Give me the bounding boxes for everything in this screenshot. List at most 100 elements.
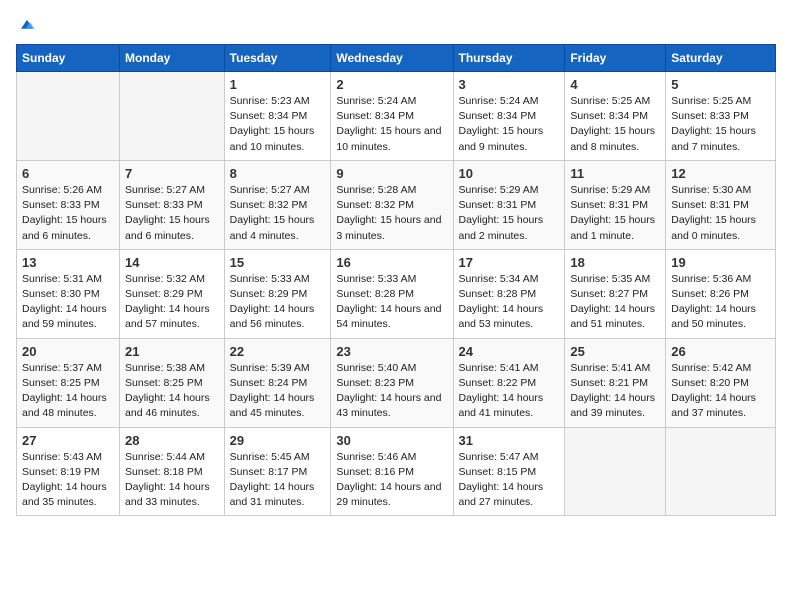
day-info: Sunrise: 5:28 AM Sunset: 8:32 PM Dayligh… (336, 183, 447, 244)
calendar-cell: 11 Sunrise: 5:29 AM Sunset: 8:31 PM Dayli… (565, 160, 666, 249)
calendar-cell: 14 Sunrise: 5:32 AM Sunset: 8:29 PM Dayli… (120, 249, 225, 338)
day-number: 6 (22, 166, 114, 181)
day-info: Sunrise: 5:39 AM Sunset: 8:24 PM Dayligh… (230, 361, 326, 422)
day-info: Sunrise: 5:37 AM Sunset: 8:25 PM Dayligh… (22, 361, 114, 422)
day-number: 30 (336, 433, 447, 448)
day-info: Sunrise: 5:26 AM Sunset: 8:33 PM Dayligh… (22, 183, 114, 244)
day-info: Sunrise: 5:23 AM Sunset: 8:34 PM Dayligh… (230, 94, 326, 155)
day-info: Sunrise: 5:47 AM Sunset: 8:15 PM Dayligh… (459, 450, 560, 511)
calendar-cell: 27 Sunrise: 5:43 AM Sunset: 8:19 PM Dayli… (17, 427, 120, 516)
week-row-3: 13 Sunrise: 5:31 AM Sunset: 8:30 PM Dayli… (17, 249, 776, 338)
calendar-cell: 2Sunrise: 5:24 AM Sunset: 8:34 PM Daylig… (331, 72, 453, 161)
week-row-4: 20 Sunrise: 5:37 AM Sunset: 8:25 PM Dayli… (17, 338, 776, 427)
day-number: 29 (230, 433, 326, 448)
logo-icon (18, 16, 36, 34)
day-number: 13 (22, 255, 114, 270)
calendar-cell: 16 Sunrise: 5:33 AM Sunset: 8:28 PM Dayli… (331, 249, 453, 338)
calendar-body: 1 Sunrise: 5:23 AM Sunset: 8:34 PM Daylig… (17, 72, 776, 516)
calendar-table: SundayMondayTuesdayWednesdayThursdayFrid… (16, 44, 776, 516)
day-info: Sunrise: 5:46 AM Sunset: 8:16 PM Dayligh… (336, 450, 447, 511)
calendar-cell: 28 Sunrise: 5:44 AM Sunset: 8:18 PM Dayli… (120, 427, 225, 516)
day-info: Sunrise: 5:40 AM Sunset: 8:23 PM Dayligh… (336, 361, 447, 422)
day-info: Sunrise: 5:44 AM Sunset: 8:18 PM Dayligh… (125, 450, 219, 511)
day-info: Sunrise: 5:38 AM Sunset: 8:25 PM Dayligh… (125, 361, 219, 422)
calendar-cell: 15 Sunrise: 5:33 AM Sunset: 8:29 PM Dayli… (224, 249, 331, 338)
day-info: Sunrise: 5:45 AM Sunset: 8:17 PM Dayligh… (230, 450, 326, 511)
calendar-cell: 8 Sunrise: 5:27 AM Sunset: 8:32 PM Daylig… (224, 160, 331, 249)
day-info: Sunrise: 5:29 AM Sunset: 8:31 PM Dayligh… (459, 183, 560, 244)
day-info: Sunrise: 5:42 AM Sunset: 8:20 PM Dayligh… (671, 361, 770, 422)
day-info: Sunrise: 5:25 AM Sunset: 8:33 PM Dayligh… (671, 94, 770, 155)
calendar-header: SundayMondayTuesdayWednesdayThursdayFrid… (17, 45, 776, 72)
calendar-cell: 7Sunrise: 5:27 AM Sunset: 8:33 PM Daylig… (120, 160, 225, 249)
calendar-cell (666, 427, 776, 516)
day-number: 1 (230, 77, 326, 92)
day-number: 20 (22, 344, 114, 359)
calendar-cell: 1 Sunrise: 5:23 AM Sunset: 8:34 PM Daylig… (224, 72, 331, 161)
day-number: 26 (671, 344, 770, 359)
day-number: 5 (671, 77, 770, 92)
calendar-cell: 9Sunrise: 5:28 AM Sunset: 8:32 PM Daylig… (331, 160, 453, 249)
day-number: 12 (671, 166, 770, 181)
day-info: Sunrise: 5:36 AM Sunset: 8:26 PM Dayligh… (671, 272, 770, 333)
calendar-cell (565, 427, 666, 516)
calendar-cell: 17 Sunrise: 5:34 AM Sunset: 8:28 PM Dayli… (453, 249, 565, 338)
day-info: Sunrise: 5:43 AM Sunset: 8:19 PM Dayligh… (22, 450, 114, 511)
day-number: 31 (459, 433, 560, 448)
calendar-cell: 13 Sunrise: 5:31 AM Sunset: 8:30 PM Dayli… (17, 249, 120, 338)
day-header-friday: Friday (565, 45, 666, 72)
calendar-cell (120, 72, 225, 161)
day-number: 17 (459, 255, 560, 270)
calendar-cell: 12 Sunrise: 5:30 AM Sunset: 8:31 PM Dayli… (666, 160, 776, 249)
day-number: 18 (570, 255, 660, 270)
calendar-cell: 5 Sunrise: 5:25 AM Sunset: 8:33 PM Daylig… (666, 72, 776, 161)
calendar-cell: 10 Sunrise: 5:29 AM Sunset: 8:31 PM Dayli… (453, 160, 565, 249)
day-number: 8 (230, 166, 326, 181)
day-number: 22 (230, 344, 326, 359)
day-info: Sunrise: 5:33 AM Sunset: 8:28 PM Dayligh… (336, 272, 447, 333)
day-number: 24 (459, 344, 560, 359)
day-info: Sunrise: 5:29 AM Sunset: 8:31 PM Dayligh… (570, 183, 660, 244)
day-header-tuesday: Tuesday (224, 45, 331, 72)
day-number: 19 (671, 255, 770, 270)
day-info: Sunrise: 5:41 AM Sunset: 8:21 PM Dayligh… (570, 361, 660, 422)
day-info: Sunrise: 5:31 AM Sunset: 8:30 PM Dayligh… (22, 272, 114, 333)
day-number: 25 (570, 344, 660, 359)
day-number: 14 (125, 255, 219, 270)
day-number: 11 (570, 166, 660, 181)
day-info: Sunrise: 5:41 AM Sunset: 8:22 PM Dayligh… (459, 361, 560, 422)
day-info: Sunrise: 5:33 AM Sunset: 8:29 PM Dayligh… (230, 272, 326, 333)
calendar-cell: 4 Sunrise: 5:25 AM Sunset: 8:34 PM Daylig… (565, 72, 666, 161)
day-header-thursday: Thursday (453, 45, 565, 72)
day-info: Sunrise: 5:24 AM Sunset: 8:34 PM Dayligh… (336, 94, 447, 155)
logo (16, 16, 36, 34)
day-number: 3 (459, 77, 560, 92)
day-info: Sunrise: 5:27 AM Sunset: 8:32 PM Dayligh… (230, 183, 326, 244)
day-number: 28 (125, 433, 219, 448)
calendar-cell: 26 Sunrise: 5:42 AM Sunset: 8:20 PM Dayli… (666, 338, 776, 427)
day-header-monday: Monday (120, 45, 225, 72)
day-info: Sunrise: 5:30 AM Sunset: 8:31 PM Dayligh… (671, 183, 770, 244)
calendar-cell: 3Sunrise: 5:24 AM Sunset: 8:34 PM Daylig… (453, 72, 565, 161)
calendar-cell: 25 Sunrise: 5:41 AM Sunset: 8:21 PM Dayli… (565, 338, 666, 427)
calendar-cell: 20 Sunrise: 5:37 AM Sunset: 8:25 PM Dayli… (17, 338, 120, 427)
calendar-cell: 31 Sunrise: 5:47 AM Sunset: 8:15 PM Dayli… (453, 427, 565, 516)
day-info: Sunrise: 5:32 AM Sunset: 8:29 PM Dayligh… (125, 272, 219, 333)
calendar-cell: 6 Sunrise: 5:26 AM Sunset: 8:33 PM Daylig… (17, 160, 120, 249)
page-header (16, 16, 776, 34)
day-number: 23 (336, 344, 447, 359)
day-number: 21 (125, 344, 219, 359)
header-row: SundayMondayTuesdayWednesdayThursdayFrid… (17, 45, 776, 72)
day-info: Sunrise: 5:25 AM Sunset: 8:34 PM Dayligh… (570, 94, 660, 155)
day-number: 10 (459, 166, 560, 181)
day-header-wednesday: Wednesday (331, 45, 453, 72)
day-number: 4 (570, 77, 660, 92)
day-number: 27 (22, 433, 114, 448)
day-number: 15 (230, 255, 326, 270)
day-info: Sunrise: 5:34 AM Sunset: 8:28 PM Dayligh… (459, 272, 560, 333)
calendar-cell (17, 72, 120, 161)
week-row-5: 27 Sunrise: 5:43 AM Sunset: 8:19 PM Dayli… (17, 427, 776, 516)
calendar-cell: 21 Sunrise: 5:38 AM Sunset: 8:25 PM Dayli… (120, 338, 225, 427)
calendar-cell: 30 Sunrise: 5:46 AM Sunset: 8:16 PM Dayli… (331, 427, 453, 516)
day-number: 16 (336, 255, 447, 270)
